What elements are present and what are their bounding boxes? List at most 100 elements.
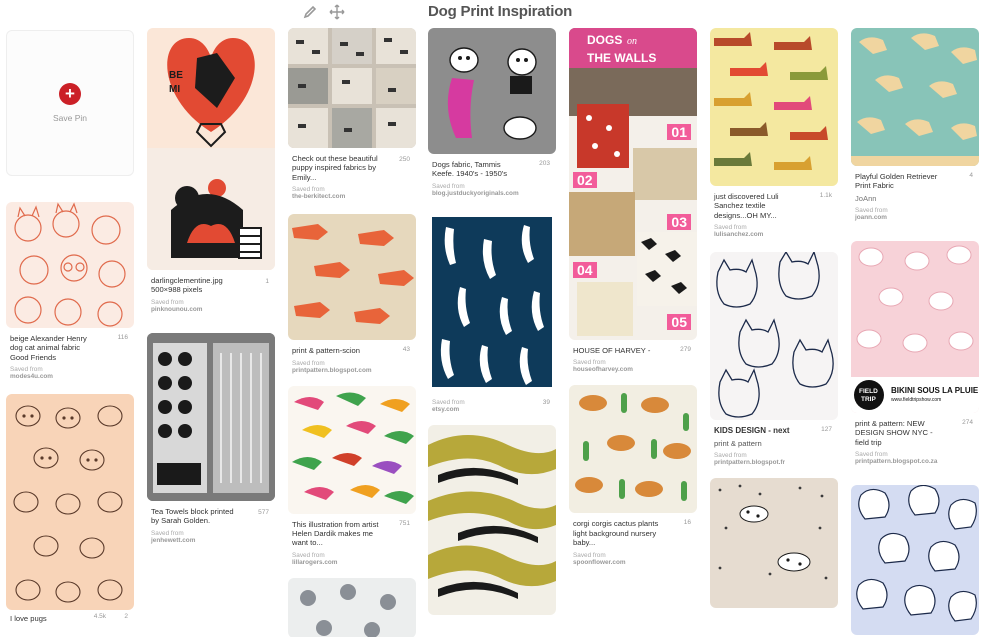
like-count: 2 — [124, 613, 128, 621]
pin-image[interactable] — [710, 252, 838, 421]
pin-image[interactable] — [569, 385, 697, 514]
svg-text:THE WALLS: THE WALLS — [587, 51, 656, 65]
pin-image[interactable] — [288, 385, 416, 514]
pin-column: Playful Golden Retriever Print Fabric 4 … — [851, 28, 983, 637]
pin-image[interactable]: BE MI — [147, 28, 275, 270]
repin-count: 250 — [399, 156, 410, 163]
pin-card[interactable]: print & pattern-scion 43 Saved from prin… — [288, 214, 416, 374]
pin-card[interactable]: just discovered Luli Sanchez textile des… — [710, 28, 838, 238]
pin-source[interactable]: printpattern.blogspot.co.za — [851, 458, 979, 465]
board-page: Dog Print Inspiration + Save Pin beige A… — [0, 0, 1000, 637]
repin-count: 127 — [821, 426, 832, 434]
pin-source[interactable]: modes4u.com — [6, 373, 134, 380]
pin-column: Check out these beautiful puppy inspired… — [288, 28, 420, 637]
pin-source[interactable]: blog.justduckyoriginals.com — [428, 190, 556, 197]
pin-description: just discovered Luli Sanchez textile des… — [714, 192, 779, 220]
repin-count: 39 — [542, 398, 550, 406]
pin-card[interactable]: Dogs fabric, Tammis Keefe. 1940's - 1950… — [428, 28, 556, 197]
pin-card[interactable]: Saved from 39 etsy.com — [428, 212, 556, 413]
pin-image[interactable] — [851, 485, 979, 636]
pin-source[interactable]: jenhewett.com — [147, 537, 275, 544]
repin-count: 203 — [539, 160, 550, 167]
pin-source[interactable]: lulisanchez.com — [710, 231, 838, 238]
svg-text:MI: MI — [169, 84, 180, 95]
pin-source[interactable]: pinknounou.com — [147, 306, 275, 313]
saved-from-label: Saved from — [292, 359, 325, 367]
pin-image[interactable] — [6, 202, 134, 328]
pin-source[interactable]: houseofharvey.com — [569, 366, 697, 373]
pin-column: Dogs fabric, Tammis Keefe. 1940's - 1950… — [428, 28, 560, 627]
repin-count: 116 — [117, 334, 128, 341]
pin-image[interactable]: FIELD TRIP BIKINI SOUS LA PLUIE www.fiel… — [851, 240, 979, 413]
pin-image[interactable] — [288, 577, 416, 637]
pattern-number: 04 — [573, 262, 597, 278]
pin-card[interactable] — [288, 577, 416, 637]
pin-column: just discovered Luli Sanchez textile des… — [710, 28, 842, 620]
pin-image[interactable] — [428, 212, 556, 391]
pin-source[interactable]: etsy.com — [428, 406, 556, 413]
pin-card[interactable]: beige Alexander Henry dog cat animal fab… — [6, 202, 134, 380]
svg-text:FIELD: FIELD — [859, 388, 878, 395]
pin-image[interactable] — [851, 28, 979, 166]
pin-description: This illustration from artist Helen Dard… — [292, 519, 379, 548]
pin-card[interactable]: DOGS on THE WALLS 01 02 03 04 05 HOUSE O… — [569, 28, 697, 373]
pattern-number: 03 — [667, 214, 691, 230]
saved-from-label: Saved from — [292, 186, 325, 194]
saved-from-label: Saved from — [573, 359, 606, 367]
pin-source[interactable]: printpattern.blogspot.fr — [710, 459, 838, 466]
pin-image[interactable] — [147, 332, 275, 501]
saved-from-label: Saved from — [714, 224, 747, 232]
pin-image[interactable]: DOGS on THE WALLS 01 02 03 04 05 — [569, 28, 697, 340]
saved-from-label: Saved from — [151, 529, 184, 537]
saved-from-label: Saved from — [855, 206, 888, 214]
pin-card[interactable]: This illustration from artist Helen Dard… — [288, 385, 416, 566]
pin-card[interactable]: corgi corgis cactus plants light backgro… — [569, 385, 697, 566]
pin-card[interactable] — [428, 424, 556, 615]
repin-count: 1.1k — [819, 192, 832, 199]
pin-card[interactable]: I love pugs 4.5k 2 — [6, 394, 134, 623]
pin-source[interactable]: lillarogers.com — [288, 559, 416, 566]
save-pin-card[interactable]: + Save Pin — [6, 30, 134, 176]
pin-card[interactable]: Tea Towels block printed by Sarah Golden… — [147, 332, 275, 544]
plus-icon[interactable]: + — [59, 83, 81, 105]
pin-image[interactable] — [710, 477, 838, 608]
pin-card[interactable]: FIELD TRIP BIKINI SOUS LA PLUIE www.fiel… — [851, 240, 979, 465]
pencil-icon[interactable] — [301, 3, 319, 21]
saved-from-label: Saved from — [10, 366, 43, 374]
pin-source[interactable]: printpattern.blogspot.com — [288, 367, 416, 374]
move-arrows-icon[interactable] — [328, 3, 346, 21]
pin-description: beige Alexander Henry dog cat animal fab… — [10, 334, 87, 362]
pin-card[interactable]: KIDS DESIGN - next 127 print & pattern S… — [710, 252, 838, 466]
saved-from-label: Saved from — [151, 298, 184, 306]
pin-description: Dogs fabric, Tammis Keefe. 1940's - 1950… — [432, 160, 508, 179]
board-title: Dog Print Inspiration — [428, 3, 573, 20]
pin-card[interactable] — [851, 485, 979, 636]
pin-image[interactable] — [288, 214, 416, 341]
svg-text:on: on — [627, 36, 637, 47]
pin-image[interactable] — [288, 28, 416, 148]
saved-from-label: Saved from — [573, 551, 606, 559]
pin-source[interactable]: spoonflower.com — [569, 559, 697, 566]
pin-card[interactable]: Check out these beautiful puppy inspired… — [288, 28, 416, 200]
pin-subtitle: JoAnn — [855, 193, 877, 203]
pin-source[interactable]: the-berkitect.com — [288, 193, 416, 200]
pin-image[interactable] — [6, 394, 134, 611]
svg-text:BE: BE — [169, 70, 183, 81]
pin-card[interactable]: Playful Golden Retriever Print Fabric 4 … — [851, 28, 979, 221]
pin-image[interactable] — [710, 28, 838, 186]
pin-card[interactable]: BE MI darlingclementine.jpg 500×988 pixe… — [147, 28, 275, 313]
pattern-number: 01 — [667, 124, 691, 140]
pin-source[interactable]: joann.com — [851, 214, 979, 221]
pin-description: HOUSE OF HARVEY - — [573, 346, 651, 355]
pin-card[interactable] — [710, 477, 838, 608]
board-header: Dog Print Inspiration — [0, 0, 1000, 26]
repin-count: 751 — [399, 519, 410, 527]
svg-text:BIKINI SOUS LA PLUIE: BIKINI SOUS LA PLUIE — [891, 386, 979, 395]
pin-image[interactable] — [428, 424, 556, 615]
pin-image[interactable] — [428, 28, 556, 154]
repin-count: 274 — [962, 418, 973, 426]
repin-count: 43 — [402, 346, 410, 354]
save-pin-label: Save Pin — [52, 113, 88, 123]
pin-description: corgi corgis cactus plants light backgro… — [573, 519, 659, 548]
pin-description: print & pattern: NEW DESIGN SHOW NYC - f… — [855, 418, 933, 447]
